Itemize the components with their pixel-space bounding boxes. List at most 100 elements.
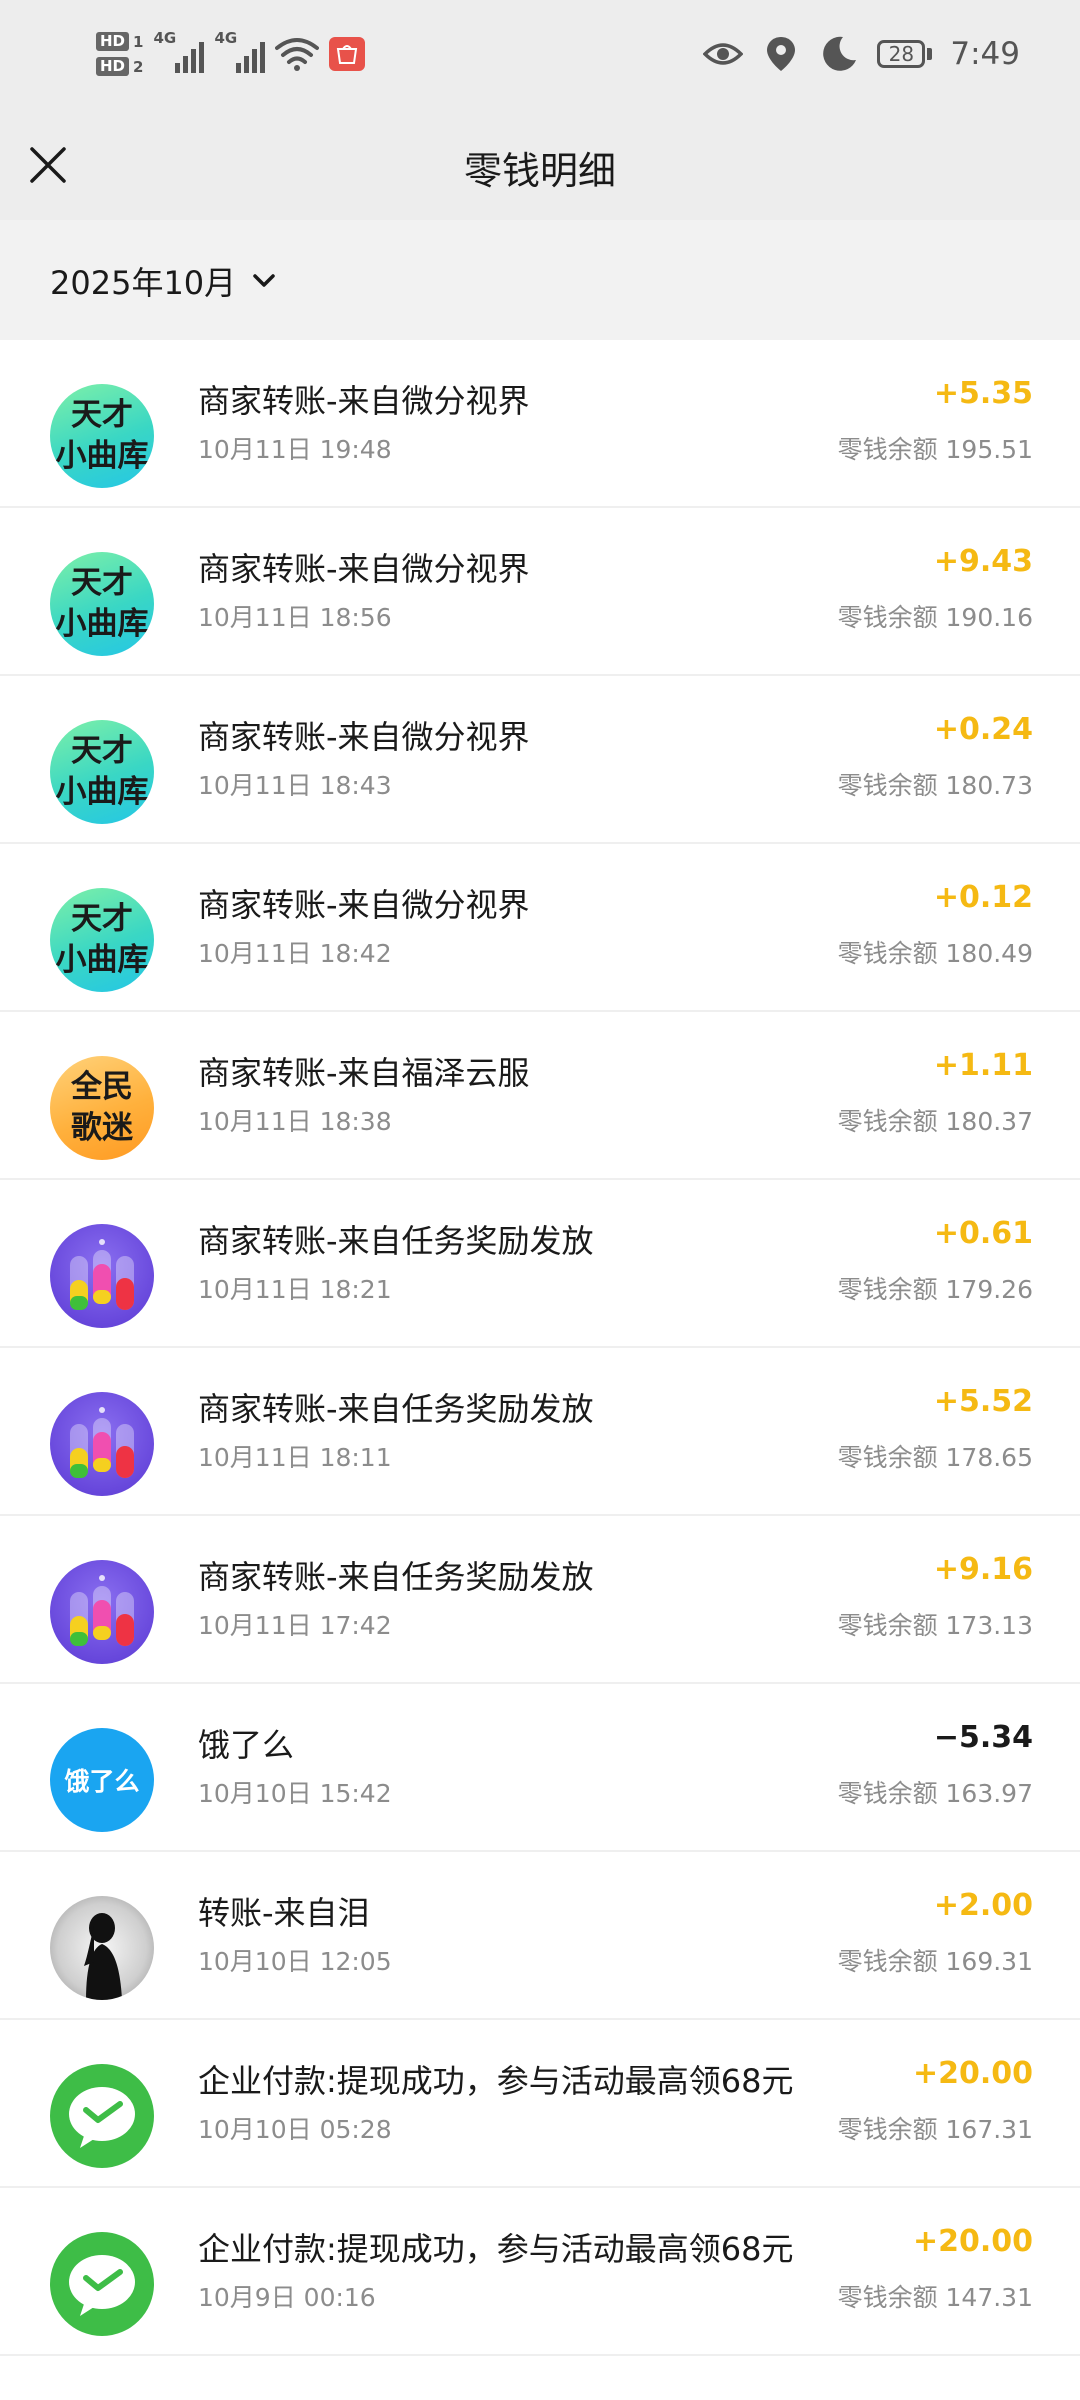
status-right: 28 7:49 — [703, 28, 1020, 80]
eye-icon — [703, 43, 744, 65]
transaction-row[interactable]: 天才 小曲库 商家转账-来自微分视界 10月11日 18:42 +0.12 零钱… — [0, 844, 1080, 1012]
transaction-title: 商家转账-来自微分视界 — [198, 382, 530, 420]
network-type: 4G — [214, 29, 238, 47]
month-filter-bar: 2025年10月 — [0, 220, 1080, 340]
sim-number: 2 — [133, 57, 144, 76]
transaction-amount: +2.00 — [933, 1888, 1033, 1923]
transaction-title: 饿了么 — [198, 1726, 295, 1764]
transaction-time: 10月10日 12:05 — [198, 1947, 392, 1976]
divider — [0, 2354, 1080, 2356]
balance-after: 零钱余额 180.37 — [837, 1107, 1033, 1136]
moon-icon — [823, 36, 857, 71]
hd-indicator-1: HD 1 — [96, 32, 143, 51]
hd-label: HD — [96, 57, 130, 76]
status-left: HD 1 HD 2 4G 4G — [96, 24, 366, 84]
eleme-logo-icon: 饿了么 — [50, 1728, 154, 1832]
transaction-amount: +0.12 — [933, 880, 1033, 915]
transaction-row[interactable]: 转账-来自泪 10月10日 12:05 +2.00 零钱余额 169.31 — [0, 1852, 1080, 2020]
balance-after: 零钱余额 195.51 — [837, 435, 1033, 464]
transaction-time: 10月11日 18:38 — [198, 1107, 392, 1136]
tiancai-avatar-icon: 天才 小曲库 — [50, 384, 154, 488]
transaction-row[interactable]: 天才 小曲库 商家转账-来自微分视界 10月11日 18:43 +0.24 零钱… — [0, 676, 1080, 844]
page-title: 零钱明细 — [463, 149, 616, 193]
balance-after: 零钱余额 147.31 — [837, 2283, 1033, 2312]
tiancai-avatar-icon: 天才 小曲库 — [50, 552, 154, 656]
transaction-time: 10月11日 18:11 — [198, 1443, 392, 1472]
transaction-title: 商家转账-来自任务奖励发放 — [198, 1390, 594, 1428]
transaction-time: 10月11日 18:56 — [198, 603, 392, 632]
transaction-amount: +9.16 — [933, 1552, 1033, 1587]
balance-after: 零钱余额 169.31 — [837, 1947, 1033, 1976]
transaction-amount: +0.61 — [933, 1216, 1033, 1251]
wifi-icon — [275, 38, 320, 71]
transaction-time: 10月11日 18:42 — [198, 939, 392, 968]
transaction-row[interactable]: 企业付款:提现成功，参与活动最高领68元 10月10日 05:28 +20.00… — [0, 2020, 1080, 2188]
transaction-row[interactable]: 企业付款:提现成功，参与活动最高领68元 10月9日 00:16 +20.00 … — [0, 2188, 1080, 2356]
transaction-row[interactable]: 饿了么 饿了么 10月10日 15:42 −5.34 零钱余额 163.97 — [0, 1684, 1080, 1852]
transaction-time: 10月11日 18:43 — [198, 771, 392, 800]
transaction-time: 10月9日 00:16 — [198, 2283, 376, 2312]
quanmin-avatar-icon: 全民 歌迷 — [50, 1056, 154, 1160]
transaction-list: 天才 小曲库 商家转账-来自微分视界 10月11日 19:48 +5.35 零钱… — [0, 340, 1080, 2356]
signal-icon: 4G — [214, 29, 266, 73]
transaction-amount: +5.52 — [933, 1384, 1033, 1419]
signal-icon: 4G — [153, 29, 205, 73]
bottles-icon — [50, 1392, 154, 1496]
status-bar: HD 1 HD 2 4G 4G 28 7:49 — [0, 0, 1080, 110]
battery-icon: 28 — [877, 40, 933, 68]
transaction-row[interactable]: 天才 小曲库 商家转账-来自微分视界 10月11日 18:56 +9.43 零钱… — [0, 508, 1080, 676]
user-photo-avatar — [50, 1896, 154, 2000]
transaction-time: 10月11日 18:21 — [198, 1275, 392, 1304]
location-icon — [767, 37, 796, 71]
transaction-title: 商家转账-来自任务奖励发放 — [198, 1558, 594, 1596]
balance-after: 零钱余额 173.13 — [837, 1611, 1033, 1640]
transaction-amount: −5.34 — [933, 1720, 1033, 1755]
sim-number: 1 — [133, 32, 144, 51]
balance-after: 零钱余额 180.49 — [837, 939, 1033, 968]
hd-label: HD — [96, 32, 130, 51]
balance-after: 零钱余额 179.26 — [837, 1275, 1033, 1304]
transaction-title: 企业付款:提现成功，参与活动最高领68元 — [198, 2230, 794, 2268]
wechat-pay-icon — [50, 2064, 154, 2168]
bottles-icon — [50, 1560, 154, 1664]
transaction-time: 10月11日 17:42 — [198, 1611, 392, 1640]
month-selector[interactable]: 2025年10月 — [50, 258, 278, 304]
balance-after: 零钱余额 167.31 — [837, 2115, 1033, 2144]
hd-indicators: HD 1 HD 2 — [96, 32, 143, 76]
huawei-store-icon — [329, 37, 366, 71]
battery-level: 28 — [877, 40, 926, 68]
transaction-title: 商家转账-来自福泽云服 — [198, 1054, 530, 1092]
transaction-amount: +20.00 — [912, 2056, 1033, 2091]
month-label: 2025年10月 — [50, 264, 237, 302]
transaction-row[interactable]: 商家转账-来自任务奖励发放 10月11日 18:11 +5.52 零钱余额 17… — [0, 1348, 1080, 1516]
transaction-title: 商家转账-来自微分视界 — [198, 886, 530, 924]
tiancai-avatar-icon: 天才 小曲库 — [50, 720, 154, 824]
transaction-title: 商家转账-来自微分视界 — [198, 718, 530, 756]
transaction-time: 10月10日 15:42 — [198, 1779, 392, 1808]
transaction-time: 10月11日 19:48 — [198, 435, 392, 464]
transaction-row[interactable]: 天才 小曲库 商家转账-来自微分视界 10月11日 19:48 +5.35 零钱… — [0, 340, 1080, 508]
transaction-amount: +0.24 — [933, 712, 1033, 747]
clock: 7:49 — [950, 36, 1020, 72]
transaction-title: 商家转账-来自微分视界 — [198, 550, 530, 588]
balance-after: 零钱余额 178.65 — [837, 1443, 1033, 1472]
tiancai-avatar-icon: 天才 小曲库 — [50, 888, 154, 992]
chevron-down-icon — [253, 274, 275, 287]
balance-after: 零钱余额 190.16 — [837, 603, 1033, 632]
nav-header: 零钱明细 — [0, 110, 1080, 220]
transaction-row[interactable]: 商家转账-来自任务奖励发放 10月11日 17:42 +9.16 零钱余额 17… — [0, 1516, 1080, 1684]
transaction-title: 企业付款:提现成功，参与活动最高领68元 — [198, 2062, 794, 2100]
transaction-time: 10月10日 05:28 — [198, 2115, 392, 2144]
transaction-row[interactable]: 全民 歌迷 商家转账-来自福泽云服 10月11日 18:38 +1.11 零钱余… — [0, 1012, 1080, 1180]
transaction-row[interactable]: 商家转账-来自任务奖励发放 10月11日 18:21 +0.61 零钱余额 17… — [0, 1180, 1080, 1348]
bottles-icon — [50, 1224, 154, 1328]
transaction-amount: +1.11 — [933, 1048, 1033, 1083]
hd-indicator-2: HD 2 — [96, 57, 143, 76]
transaction-amount: +9.43 — [933, 544, 1033, 579]
transaction-amount: +5.35 — [933, 376, 1033, 411]
balance-after: 零钱余额 163.97 — [837, 1779, 1033, 1808]
transaction-title: 商家转账-来自任务奖励发放 — [198, 1222, 594, 1260]
network-type: 4G — [153, 29, 177, 47]
balance-after: 零钱余额 180.73 — [837, 771, 1033, 800]
transaction-amount: +20.00 — [912, 2224, 1033, 2259]
